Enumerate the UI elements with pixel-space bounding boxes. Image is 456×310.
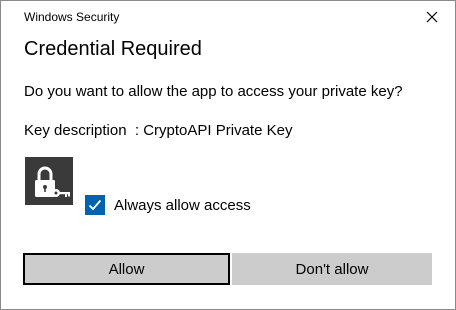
dialog-heading: Credential Required	[24, 38, 202, 60]
always-allow-label[interactable]: Always allow access	[114, 197, 251, 214]
close-button[interactable]	[409, 1, 455, 33]
key-description: Key description : CryptoAPI Private Key	[24, 122, 293, 139]
always-allow-row: Always allow access	[85, 195, 251, 215]
allow-button[interactable]: Allow	[23, 253, 230, 285]
lock-key-icon	[35, 166, 70, 197]
always-allow-checkbox[interactable]	[85, 195, 105, 215]
key-tile	[25, 157, 73, 205]
dont-allow-button[interactable]: Don't allow	[232, 253, 432, 285]
credential-dialog: Windows Security Credential Required Do …	[0, 0, 456, 310]
checkmark-icon	[88, 199, 102, 211]
close-icon	[426, 11, 438, 23]
title-bar: Windows Security	[1, 1, 455, 33]
prompt-text: Do you want to allow the app to access y…	[24, 83, 403, 100]
window-title: Windows Security	[24, 10, 120, 24]
